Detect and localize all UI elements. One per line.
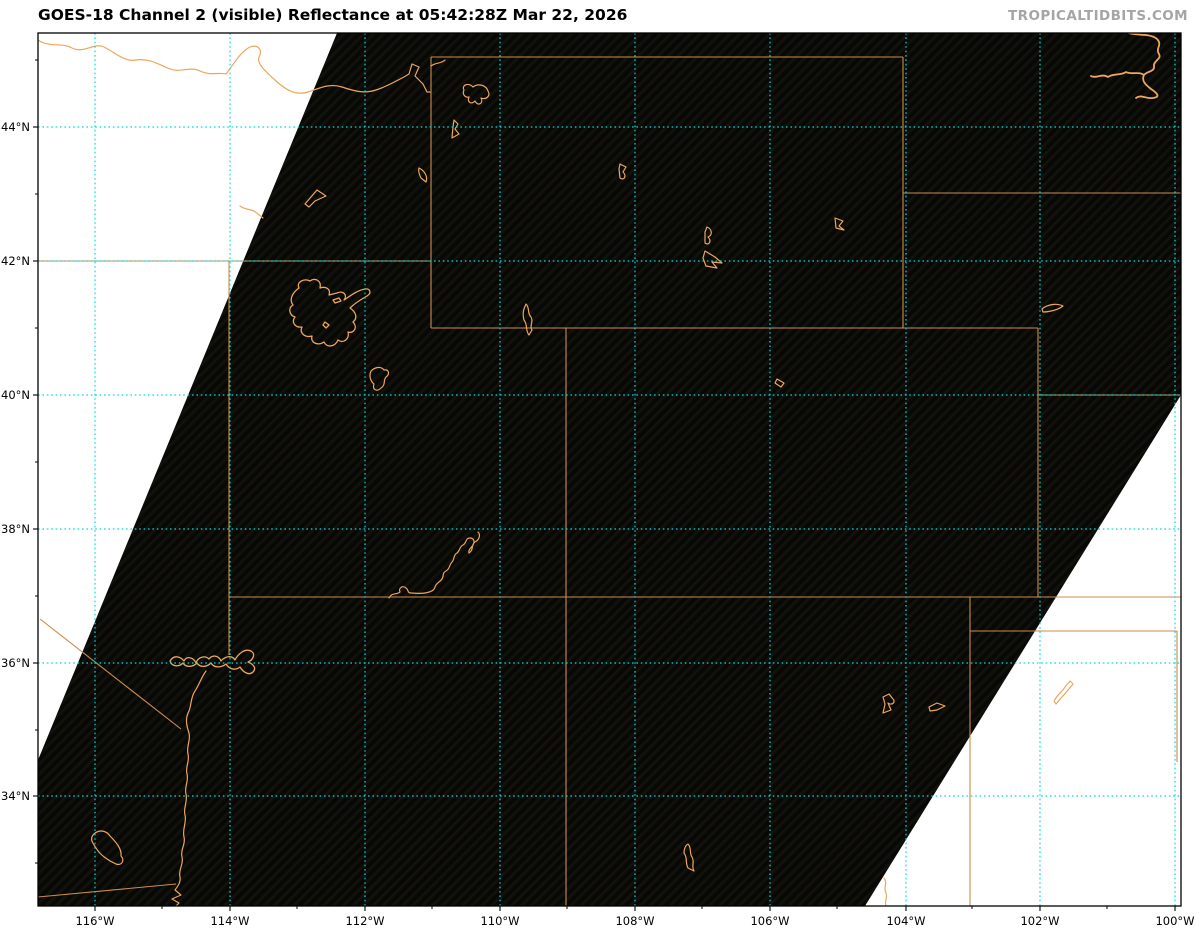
axis-label-lon: 106°W <box>750 914 789 928</box>
axis-label-lat: 36°N <box>1 656 30 670</box>
axis-label-lat: 34°N <box>1 789 30 803</box>
axis-label-lon: 110°W <box>480 914 519 928</box>
axis-label-lat: 44°N <box>1 120 30 134</box>
map-canvas[interactable]: 44°N 42°N 40°N 38°N 36°N 34°N 116°W 114°W 112°W 1… <box>0 0 1200 929</box>
axis-label-lon: 102°W <box>1020 914 1059 928</box>
axis-label-lon: 116°W <box>75 914 114 928</box>
axis-label-lat: 38°N <box>1 522 30 536</box>
axis-label-lon: 114°W <box>210 914 249 928</box>
satellite-map-view: GOES-18 Channel 2 (visible) Reflectance … <box>0 0 1200 929</box>
axis-label-lon: 104°W <box>886 914 925 928</box>
axis-label-lat: 40°N <box>1 388 30 402</box>
axis-label-lon: 100°W <box>1155 914 1194 928</box>
axis-label-lon: 112°W <box>345 914 384 928</box>
axis-label-lat: 42°N <box>1 254 30 268</box>
axis-label-lon: 108°W <box>615 914 654 928</box>
